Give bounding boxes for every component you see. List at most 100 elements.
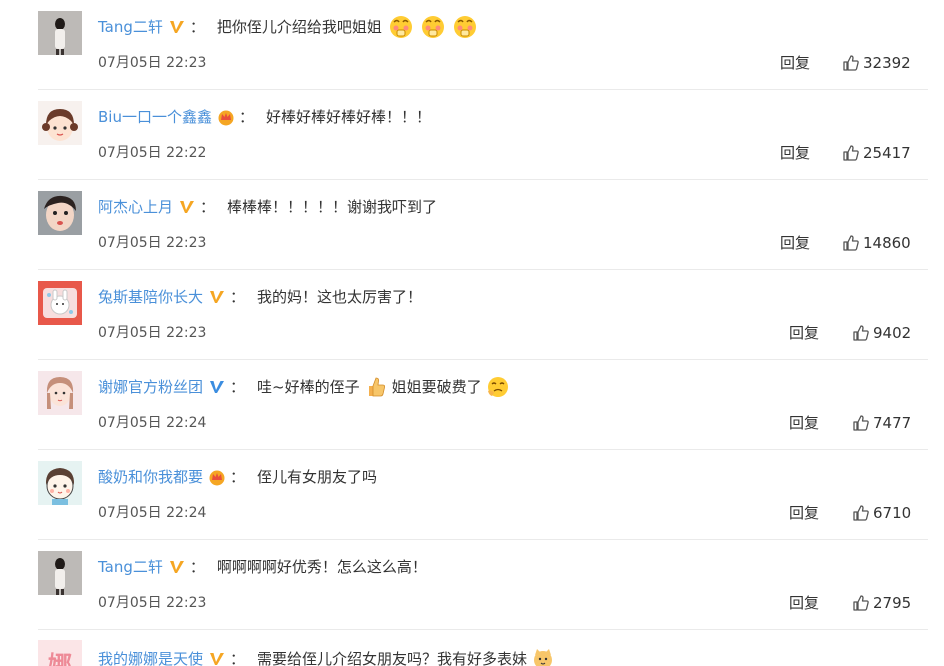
avatar[interactable]	[38, 371, 82, 415]
avatar[interactable]	[38, 191, 82, 235]
separator-colon: ：	[230, 288, 246, 306]
comment-item: Tang二轩 ： 把你侄儿介绍给我吧姐姐 07月05日 22:23 回复 323…	[0, 0, 944, 90]
separator-colon: ：	[230, 378, 246, 396]
username-link[interactable]: 兔斯基陪你长大	[98, 284, 203, 310]
crown-badge-icon[interactable]	[217, 108, 235, 126]
comment-header: Tang二轩 ： 啊啊啊啊好优秀！怎么这么高！	[98, 554, 427, 580]
comment-header: Biu一口一个鑫鑫 ： 好棒好棒好棒好棒！！！	[98, 104, 431, 130]
comment-item: 谢娜官方粉丝团 ： 哇~好棒的侄子 姐姐要破费了 07月05日 22:24 回复…	[0, 360, 944, 450]
like-button[interactable]: 14860	[842, 234, 911, 252]
separator-colon: ：	[230, 650, 246, 666]
comment-text-part-a: 哇~好棒的侄子	[257, 378, 360, 396]
thumbs-up-icon	[843, 145, 859, 161]
thumbs-up-icon	[853, 415, 869, 431]
reply-button[interactable]: 回复	[789, 502, 819, 523]
reply-button[interactable]: 回复	[789, 592, 819, 613]
comment-timestamp: 07月05日 22:24	[98, 415, 207, 431]
comment-text: 需要给侄儿介绍女朋友吗？我有好多表妹	[257, 650, 528, 666]
reply-button[interactable]: 回复	[789, 322, 819, 343]
verified-badge-icon[interactable]	[168, 18, 186, 36]
comment-text: 侄儿有女朋友了吗	[257, 468, 378, 486]
comment-timestamp: 07月05日 22:24	[98, 505, 207, 521]
like-count: 6710	[873, 504, 912, 522]
username-link[interactable]: 谢娜官方粉丝团	[98, 374, 203, 400]
crown-badge-icon[interactable]	[208, 468, 226, 486]
comment-header: 谢娜官方粉丝团 ： 哇~好棒的侄子 姐姐要破费了	[98, 374, 514, 400]
verified-badge-icon[interactable]	[208, 650, 226, 666]
thumbs-up-icon	[853, 595, 869, 611]
avatar[interactable]	[38, 101, 82, 145]
avatar[interactable]	[38, 11, 82, 55]
like-button[interactable]: 6710	[852, 504, 911, 522]
avatar-text: 娜	[48, 650, 72, 666]
like-button[interactable]: 7477	[852, 414, 911, 432]
comment-text: 把你侄儿介绍给我吧姐姐	[216, 18, 382, 36]
separator-colon: ：	[200, 198, 216, 216]
like-count: 32392	[863, 54, 911, 72]
comment-timestamp: 07月05日 22:22	[98, 145, 207, 161]
comment-item: Tang二轩 ： 啊啊啊啊好优秀！怎么这么高！ 07月05日 22:23 回复 …	[0, 540, 944, 630]
reply-button[interactable]: 回复	[780, 142, 810, 163]
like-button[interactable]: 25417	[842, 144, 911, 162]
blush-emoji-icon	[389, 16, 412, 38]
username-link[interactable]: 酸奶和你我都要	[98, 464, 203, 490]
thumbs-up-emoji-icon	[368, 377, 385, 397]
thumbs-up-icon	[853, 325, 869, 341]
comment-header: Tang二轩 ： 把你侄儿介绍给我吧姐姐	[98, 14, 478, 40]
comment-item: 酸奶和你我都要 ： 侄儿有女朋友了吗 07月05日 22:24 回复 6710	[0, 450, 944, 540]
like-button[interactable]: 2795	[852, 594, 911, 612]
like-count: 14860	[863, 234, 911, 252]
like-button[interactable]: 9402	[852, 324, 911, 342]
reply-button[interactable]: 回复	[789, 412, 819, 433]
separator-colon: ：	[238, 108, 254, 126]
separator-colon: ：	[189, 558, 205, 576]
like-count: 9402	[873, 324, 912, 342]
reply-button[interactable]: 回复	[780, 52, 810, 73]
comment-item: 兔斯基陪你长大 ： 我的妈！这也太厉害了！ 07月05日 22:23 回复 94…	[0, 270, 944, 360]
thinking-emoji-icon	[487, 377, 508, 397]
username-link[interactable]: Tang二轩	[98, 554, 163, 580]
reply-button[interactable]: 回复	[780, 232, 810, 253]
username-link[interactable]: Biu一口一个鑫鑫	[98, 104, 212, 130]
cat-emoji-icon	[534, 649, 553, 666]
like-count: 25417	[863, 144, 911, 162]
avatar[interactable]	[38, 551, 82, 595]
comment-timestamp: 07月05日 22:23	[98, 595, 207, 611]
comment-item: 娜 我的娜娜是天使 ： 需要给侄儿介绍女朋友吗？我有好多表妹	[0, 630, 944, 666]
comment-timestamp: 07月05日 22:23	[98, 235, 207, 251]
comment-header: 兔斯基陪你长大 ： 我的妈！这也太厉害了！	[98, 284, 422, 310]
blush-emoji-icon	[453, 16, 476, 38]
verified-badge-icon[interactable]	[178, 198, 196, 216]
separator-colon: ：	[189, 18, 205, 36]
thumbs-up-icon	[843, 55, 859, 71]
username-link[interactable]: 我的娜娜是天使	[98, 646, 203, 666]
like-button[interactable]: 32392	[842, 54, 911, 72]
like-count: 7477	[873, 414, 912, 432]
verified-badge-icon[interactable]	[208, 288, 226, 306]
avatar[interactable]	[38, 281, 82, 325]
comment-item: Biu一口一个鑫鑫 ： 好棒好棒好棒好棒！！！ 07月05日 22:22 回复 …	[0, 90, 944, 180]
comment-header: 阿杰心上月 ： 棒棒棒！！！！！谢谢我吓到了	[98, 194, 437, 220]
comment-timestamp: 07月05日 22:23	[98, 325, 207, 341]
username-link[interactable]: 阿杰心上月	[98, 194, 173, 220]
comment-text-part-b: 姐姐要破费了	[391, 378, 482, 396]
username-link[interactable]: Tang二轩	[98, 14, 163, 40]
verified-badge-icon[interactable]	[168, 558, 186, 576]
separator-colon: ：	[230, 468, 246, 486]
blush-emoji-icon	[421, 16, 444, 38]
verified-badge-icon[interactable]	[208, 378, 226, 396]
thumbs-up-icon	[843, 235, 859, 251]
thumbs-up-icon	[853, 505, 869, 521]
comment-text: 我的妈！这也太厉害了！	[257, 288, 423, 306]
comment-text: 棒棒棒！！！！！谢谢我吓到了	[227, 198, 438, 216]
comment-header: 我的娜娜是天使 ： 需要给侄儿介绍女朋友吗？我有好多表妹	[98, 646, 559, 666]
comment-text: 啊啊啊啊好优秀！怎么这么高！	[216, 558, 427, 576]
comment-timestamp: 07月05日 22:23	[98, 55, 207, 71]
avatar[interactable]: 娜	[38, 640, 82, 666]
comment-header: 酸奶和你我都要 ： 侄儿有女朋友了吗	[98, 464, 377, 490]
comment-item: 阿杰心上月 ： 棒棒棒！！！！！谢谢我吓到了 07月05日 22:23 回复 1…	[0, 180, 944, 270]
comment-feed: Tang二轩 ： 把你侄儿介绍给我吧姐姐 07月05日 22:23 回复 323…	[0, 0, 944, 666]
comment-text: 好棒好棒好棒好棒！！！	[265, 108, 431, 126]
avatar[interactable]	[38, 461, 82, 505]
like-count: 2795	[873, 594, 912, 612]
